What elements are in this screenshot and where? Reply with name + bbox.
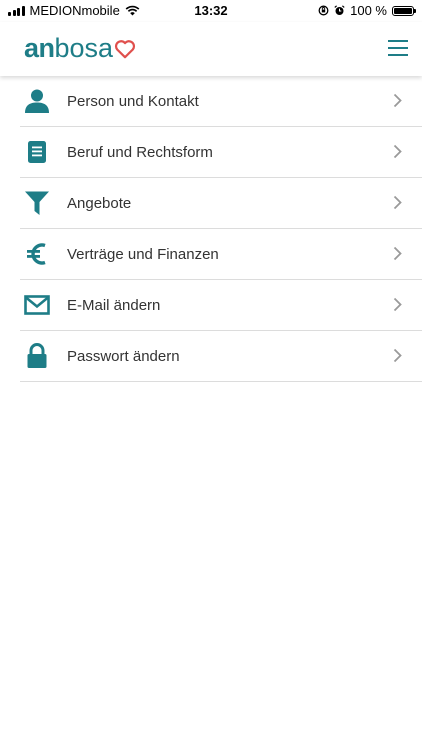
chevron-right-icon: [393, 195, 402, 210]
envelope-icon: [20, 290, 54, 320]
chevron-right-icon: [393, 246, 402, 261]
anbosa-logo[interactable]: an bosa: [24, 33, 136, 63]
logo-text-bold: an: [24, 32, 55, 63]
menu-item-passwort-aendern[interactable]: Passwort ändern: [20, 331, 422, 382]
filter-icon: [20, 188, 54, 218]
menu-item-vertraege-und-finanzen[interactable]: Verträge und Finanzen: [20, 229, 422, 280]
chevron-right-icon: [393, 297, 402, 312]
menu-item-label: Person und Kontakt: [67, 92, 199, 110]
status-bar: MEDIONmobile 13:32 100 %: [0, 0, 422, 22]
settings-menu-list: Person und Kontakt Beruf und Rechtsform: [20, 76, 422, 382]
alarm-icon: [334, 5, 345, 15]
heart-outline-icon: [115, 40, 136, 59]
menu-item-label: Beruf und Rechtsform: [67, 143, 213, 161]
lock-icon: [20, 341, 54, 371]
chevron-right-icon: [393, 144, 402, 159]
screen: MEDIONmobile 13:32 100 % an bosa Person …: [0, 0, 422, 750]
logo-text-light: bosa: [54, 32, 114, 63]
hamburger-icon: [388, 40, 408, 42]
document-icon: [20, 137, 54, 167]
menu-item-label: E-Mail ändern: [67, 296, 161, 314]
status-right: 100 %: [318, 3, 416, 18]
battery-icon: [392, 5, 416, 16]
menu-item-person-und-kontakt[interactable]: Person und Kontakt: [20, 76, 422, 127]
hamburger-menu-button[interactable]: [388, 37, 410, 57]
menu-item-email-aendern[interactable]: E-Mail ändern: [20, 280, 422, 331]
person-icon: [20, 86, 54, 116]
menu-item-label: Angebote: [67, 194, 132, 212]
menu-item-label: Verträge und Finanzen: [67, 245, 219, 263]
chevron-right-icon: [393, 93, 402, 108]
menu-item-angebote[interactable]: Angebote: [20, 178, 422, 229]
menu-item-beruf-und-rechtsform[interactable]: Beruf und Rechtsform: [20, 127, 422, 178]
menu-item-label: Passwort ändern: [67, 347, 180, 365]
orientation-lock-icon: [318, 5, 329, 16]
app-header: an bosa: [0, 22, 422, 76]
battery-percent: 100 %: [350, 3, 387, 18]
chevron-right-icon: [393, 348, 402, 363]
euro-icon: [20, 239, 54, 269]
